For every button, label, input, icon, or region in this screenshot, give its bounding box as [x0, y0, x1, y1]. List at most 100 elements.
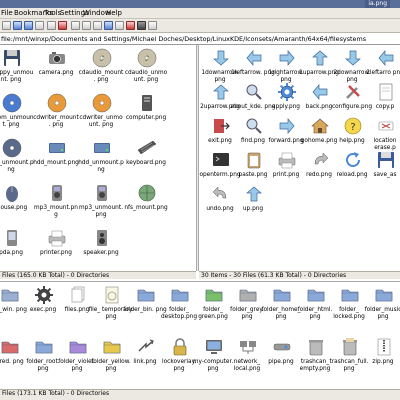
- file-item[interactable]: keyboard.png: [123, 138, 169, 182]
- file-name: computer.png: [125, 115, 167, 121]
- double-down-arrow-icon: [343, 48, 363, 68]
- cut-button[interactable]: [71, 21, 80, 30]
- file-item[interactable]: cdrom_unmount. png: [0, 93, 34, 137]
- pipe-icon: [272, 337, 292, 357]
- file-item[interactable]: ♪ cdaudio_unmount. png: [123, 48, 169, 92]
- paste-button[interactable]: [93, 21, 102, 30]
- detail-view-button[interactable]: [115, 21, 124, 30]
- exec-icon: [34, 285, 54, 305]
- home-button[interactable]: [35, 21, 44, 30]
- file-name: printer.png: [40, 250, 72, 256]
- right-status-text: 30 Items - 30 Files (61.3 KB Total) - 0 …: [201, 272, 347, 279]
- file-name: mouse.png: [0, 205, 28, 211]
- file-item[interactable]: camera.png: [33, 48, 79, 92]
- split-view-button[interactable]: [126, 21, 135, 30]
- file-item[interactable]: mp3_unmount.png: [78, 183, 124, 227]
- menu-help[interactable]: Help: [106, 9, 122, 18]
- nfs-icon: [137, 183, 157, 203]
- file-name: keyboard.png: [126, 160, 166, 166]
- file-name: cdaudio_mount. png: [78, 70, 124, 83]
- folder-root-icon: [34, 337, 54, 357]
- double-left-arrow-icon: [376, 48, 396, 68]
- copy-icon: [376, 82, 396, 102]
- file-item[interactable]: save_as: [362, 150, 400, 194]
- menu-tools[interactable]: Tools: [44, 9, 61, 18]
- folder-red-icon: [0, 337, 20, 357]
- file-item[interactable]: nfs_mount.png: [123, 183, 169, 227]
- find-icon: [244, 116, 264, 136]
- about-kde-icon: [244, 82, 264, 102]
- undo-icon: [211, 184, 231, 204]
- terminal-button[interactable]: [137, 21, 146, 30]
- cdaudio-icon: ♪: [92, 48, 112, 68]
- cdwriter-icon: [47, 93, 67, 113]
- file-item[interactable]: hdd_mount.png: [33, 138, 79, 182]
- left-arrow-icon: [244, 48, 264, 68]
- icon-view-button[interactable]: [104, 21, 113, 30]
- copy-button[interactable]: [82, 21, 91, 30]
- file-item[interactable]: up.png: [230, 184, 276, 228]
- file-item[interactable]: speaker.png: [78, 228, 124, 271]
- paste-icon: [244, 150, 264, 170]
- file-name: 2leftarro png: [366, 70, 400, 76]
- file-item[interactable]: mp3_mount.png: [33, 183, 79, 227]
- file-item[interactable]: printer.png: [33, 228, 79, 271]
- folder-grey-icon: [238, 285, 258, 305]
- file-item[interactable]: hdd_unmount.png: [78, 138, 124, 182]
- floppy-icon: [2, 48, 22, 68]
- cdrom-icon: [2, 93, 22, 113]
- file-name: mp3_unmount.png: [79, 205, 123, 218]
- folder-green-icon: [204, 285, 224, 305]
- file-temporary-icon: [102, 285, 122, 305]
- back-button[interactable]: [13, 21, 22, 30]
- file-item[interactable]: cdwriter_unmount. png: [78, 93, 124, 137]
- zoom-button[interactable]: [148, 21, 157, 30]
- left-file-pane[interactable]: 3floppy_unmount. png camera.png ♪ cdaudio_m…: [0, 45, 196, 271]
- file-item[interactable]: mouse.png: [0, 183, 34, 227]
- left-status-text: Files (165.0 KB Total) - 0 Directories: [2, 272, 110, 279]
- my-computer-icon: [204, 337, 224, 357]
- up-icon: [244, 184, 264, 204]
- file-item[interactable]: computer.png: [123, 93, 169, 137]
- forward-button[interactable]: [24, 21, 33, 30]
- file-item[interactable]: folder_music png: [360, 285, 400, 329]
- file-item[interactable]: pda.png: [0, 228, 34, 271]
- svg-text:♪: ♪: [99, 54, 104, 63]
- trashcan-empty-icon: [306, 337, 326, 357]
- mp3-player-icon: [92, 183, 112, 203]
- window-title-bar[interactable]: ia.png: [0, 0, 400, 8]
- stop-button[interactable]: [58, 21, 67, 30]
- link-icon: [136, 337, 156, 357]
- back-icon: [310, 82, 330, 102]
- up-button[interactable]: [2, 21, 11, 30]
- trashcan-full-icon: [340, 337, 360, 357]
- file-item[interactable]: cdwriter_mount. png: [33, 93, 79, 137]
- zip-icon: [374, 337, 394, 357]
- reload-button[interactable]: [47, 21, 56, 30]
- dvd-icon: [2, 138, 22, 158]
- bottom-status-bar: Files (173.1 KB Total) - 0 Directories: [0, 389, 400, 400]
- home-icon: [310, 116, 330, 136]
- svg-text:♪: ♪: [144, 54, 149, 63]
- file-item[interactable]: dvd_unmount.png: [0, 138, 34, 182]
- location-erase-icon: [376, 116, 396, 136]
- right-file-pane[interactable]: 1downarrow. png 1leftarrow. png 1rightarro…: [199, 45, 400, 271]
- cdaudio-icon: ♪: [137, 48, 157, 68]
- file-name: camera.png: [38, 70, 74, 76]
- svg-text:?: ?: [350, 122, 355, 133]
- bottom-file-pane[interactable]: zip_win. pngexec.pngfiles.pngfile_ tempo…: [0, 281, 400, 389]
- zip-icon: [0, 285, 20, 305]
- save-as-icon: [376, 150, 396, 170]
- file-name: dvd_unmount.png: [0, 160, 34, 173]
- file-name: copy.p: [375, 104, 395, 110]
- location-bar[interactable]: file:/mnt/winxp/Documents and Settings/M…: [0, 34, 400, 45]
- camera-icon: [47, 48, 67, 68]
- file-item[interactable]: ♪ cdaudio_mount. png: [78, 48, 124, 92]
- folder-music-icon: [374, 285, 394, 305]
- mouse-icon: [2, 183, 22, 203]
- folder-home-icon: [272, 285, 292, 305]
- file-item[interactable]: 3floppy_unmount. png: [0, 48, 34, 92]
- menu-file[interactable]: File: [1, 9, 13, 18]
- file-item[interactable]: zip.png: [360, 337, 400, 381]
- apply-icon: [277, 82, 297, 102]
